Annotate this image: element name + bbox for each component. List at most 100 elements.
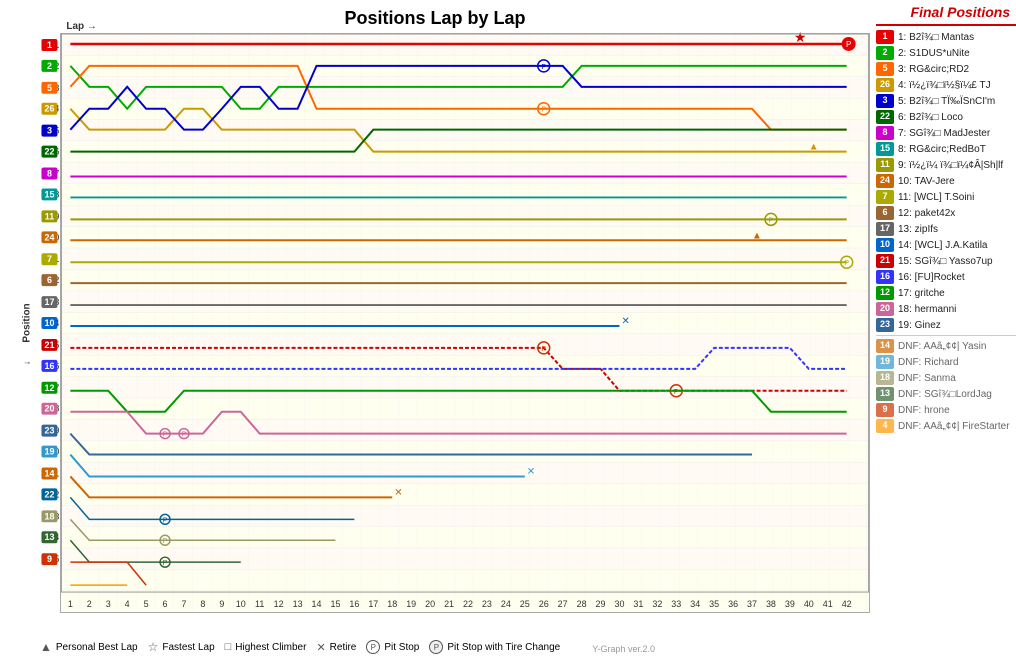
svg-text:3: 3 — [47, 126, 52, 136]
legend-dnf-entry: 19 DNF: Richard — [876, 355, 1016, 369]
legend-dnf-entry: 4 DNF: AAâ„¢¢| FireStarter — [876, 419, 1016, 433]
svg-text:18: 18 — [44, 511, 54, 521]
svg-text:12: 12 — [44, 383, 54, 393]
svg-text:23: 23 — [44, 426, 54, 436]
svg-text:22: 22 — [44, 147, 54, 157]
svg-text:39: 39 — [785, 599, 795, 609]
svg-text:27: 27 — [558, 599, 568, 609]
svg-text:8: 8 — [200, 599, 205, 609]
svg-text:21: 21 — [444, 599, 454, 609]
svg-text:5: 5 — [144, 599, 149, 609]
svg-text:Lap →: Lap → — [66, 21, 96, 32]
fastest-lap-label: Fastest Lap — [162, 642, 214, 653]
svg-text:2: 2 — [47, 61, 52, 71]
svg-text:7: 7 — [181, 599, 186, 609]
legend-dnf-entry: 13 DNF: SGî¾□LordJag — [876, 387, 1016, 401]
legend-entry: 2 2: S1DUS*uNite — [876, 46, 1016, 60]
svg-text:✕: ✕ — [621, 316, 629, 327]
svg-text:18: 18 — [387, 599, 397, 609]
svg-text:P: P — [163, 560, 168, 567]
legend-dnf-entry: 14 DNF: AAâ„¢¢| Yasin — [876, 339, 1016, 353]
svg-text:25: 25 — [520, 599, 530, 609]
svg-text:✕: ✕ — [394, 487, 402, 498]
svg-text:P: P — [541, 64, 546, 71]
final-positions-title: Final Positions 🏁 — [876, 4, 1016, 26]
legend-entry: 26 4: ï½¿ï¾□ï½§ï¼£ TJ — [876, 78, 1016, 92]
chart-legend: ▲ Personal Best Lap ☆ Fastest Lap □ High… — [40, 640, 660, 654]
svg-text:1: 1 — [47, 40, 52, 50]
svg-text:P: P — [163, 517, 168, 524]
svg-text:6: 6 — [47, 275, 52, 285]
svg-text:4: 4 — [125, 599, 130, 609]
svg-text:5: 5 — [47, 83, 52, 93]
legend-entry: 23 19: Ginez — [876, 318, 1016, 332]
svg-text:15: 15 — [330, 599, 340, 609]
legend-entry: 20 18: hermanni — [876, 302, 1016, 316]
svg-text:24: 24 — [501, 599, 511, 609]
svg-text:22: 22 — [44, 489, 54, 499]
svg-text:P: P — [541, 346, 546, 353]
legend-highest-climber: □ Highest Climber — [225, 641, 307, 653]
svg-text:P: P — [163, 538, 168, 545]
legend-dnf-entry: 18 DNF: Sanma — [876, 371, 1016, 385]
svg-text:19: 19 — [44, 447, 54, 457]
legend-entry: 21 15: SGî¾□ Yasso7up — [876, 254, 1016, 268]
legend-entry: 5 3: RG&circ;RD2 — [876, 62, 1016, 76]
legend-entry: 10 14: [WCL] J.A.Katila — [876, 238, 1016, 252]
main-container: Positions Lap by Lap — [0, 0, 1016, 656]
chart-title: Positions Lap by Lap — [40, 8, 830, 29]
legend-entry: 12 17: gritche — [876, 286, 1016, 300]
svg-text:9: 9 — [47, 554, 52, 564]
svg-text:26: 26 — [539, 599, 549, 609]
personal-best-label: Personal Best Lap — [56, 642, 138, 653]
svg-text:35: 35 — [709, 599, 719, 609]
svg-text:34: 34 — [690, 599, 700, 609]
svg-text:P: P — [769, 217, 774, 224]
legend-pit-stop: P Pit Stop — [366, 640, 419, 654]
svg-text:14: 14 — [312, 599, 322, 609]
svg-text:Position: Position — [22, 303, 33, 342]
svg-text:19: 19 — [406, 599, 416, 609]
svg-text:10: 10 — [236, 599, 246, 609]
svg-text:7: 7 — [47, 254, 52, 264]
svg-text:P: P — [182, 432, 187, 439]
svg-text:P: P — [844, 260, 849, 267]
svg-text:3: 3 — [106, 599, 111, 609]
svg-text:38: 38 — [766, 599, 776, 609]
svg-text:31: 31 — [633, 599, 643, 609]
svg-text:2: 2 — [87, 599, 92, 609]
legend-entry: 6 12: paket42x — [876, 206, 1016, 220]
svg-text:29: 29 — [596, 599, 606, 609]
svg-text:30: 30 — [614, 599, 624, 609]
svg-text:13: 13 — [293, 599, 303, 609]
legend-fastest-lap: ☆ Fastest Lap — [148, 640, 215, 654]
pit-stop-label: Pit Stop — [384, 642, 419, 653]
pit-stop-tire-label: Pit Stop with Tire Change — [447, 642, 560, 653]
svg-text:32: 32 — [652, 599, 662, 609]
legend-personal-best: ▲ Personal Best Lap — [40, 640, 138, 654]
legend-entry: 22 6: B2î¾□ Loco — [876, 110, 1016, 124]
svg-text:33: 33 — [671, 599, 681, 609]
svg-text:28: 28 — [577, 599, 587, 609]
svg-text:36: 36 — [728, 599, 738, 609]
version-label: Y-Graph ver.2.0 — [592, 644, 655, 654]
svg-text:20: 20 — [425, 599, 435, 609]
legend-entry: 8 7: SGî¾□ MadJester — [876, 126, 1016, 140]
svg-text:13: 13 — [44, 532, 54, 542]
svg-text:22: 22 — [463, 599, 473, 609]
svg-text:37: 37 — [747, 599, 757, 609]
svg-text:21: 21 — [44, 340, 54, 350]
svg-text:14: 14 — [44, 468, 54, 478]
legend-dnf-entry: 9 DNF: hrone — [876, 403, 1016, 417]
svg-text:26: 26 — [44, 104, 54, 114]
svg-text:15: 15 — [44, 189, 54, 199]
svg-text:8: 8 — [47, 169, 52, 179]
svg-text:12: 12 — [274, 599, 284, 609]
svg-text:11: 11 — [255, 599, 264, 609]
svg-text:41: 41 — [823, 599, 833, 609]
svg-text:20: 20 — [44, 404, 54, 414]
legend-entry: 11 9: ï½¿ï¼ ï¾□ï¼¢Â|Sh|lf — [876, 158, 1016, 172]
svg-text:P: P — [541, 107, 546, 114]
svg-text:↓: ↓ — [22, 361, 32, 365]
chart-area: Positions Lap by Lap — [0, 0, 870, 656]
